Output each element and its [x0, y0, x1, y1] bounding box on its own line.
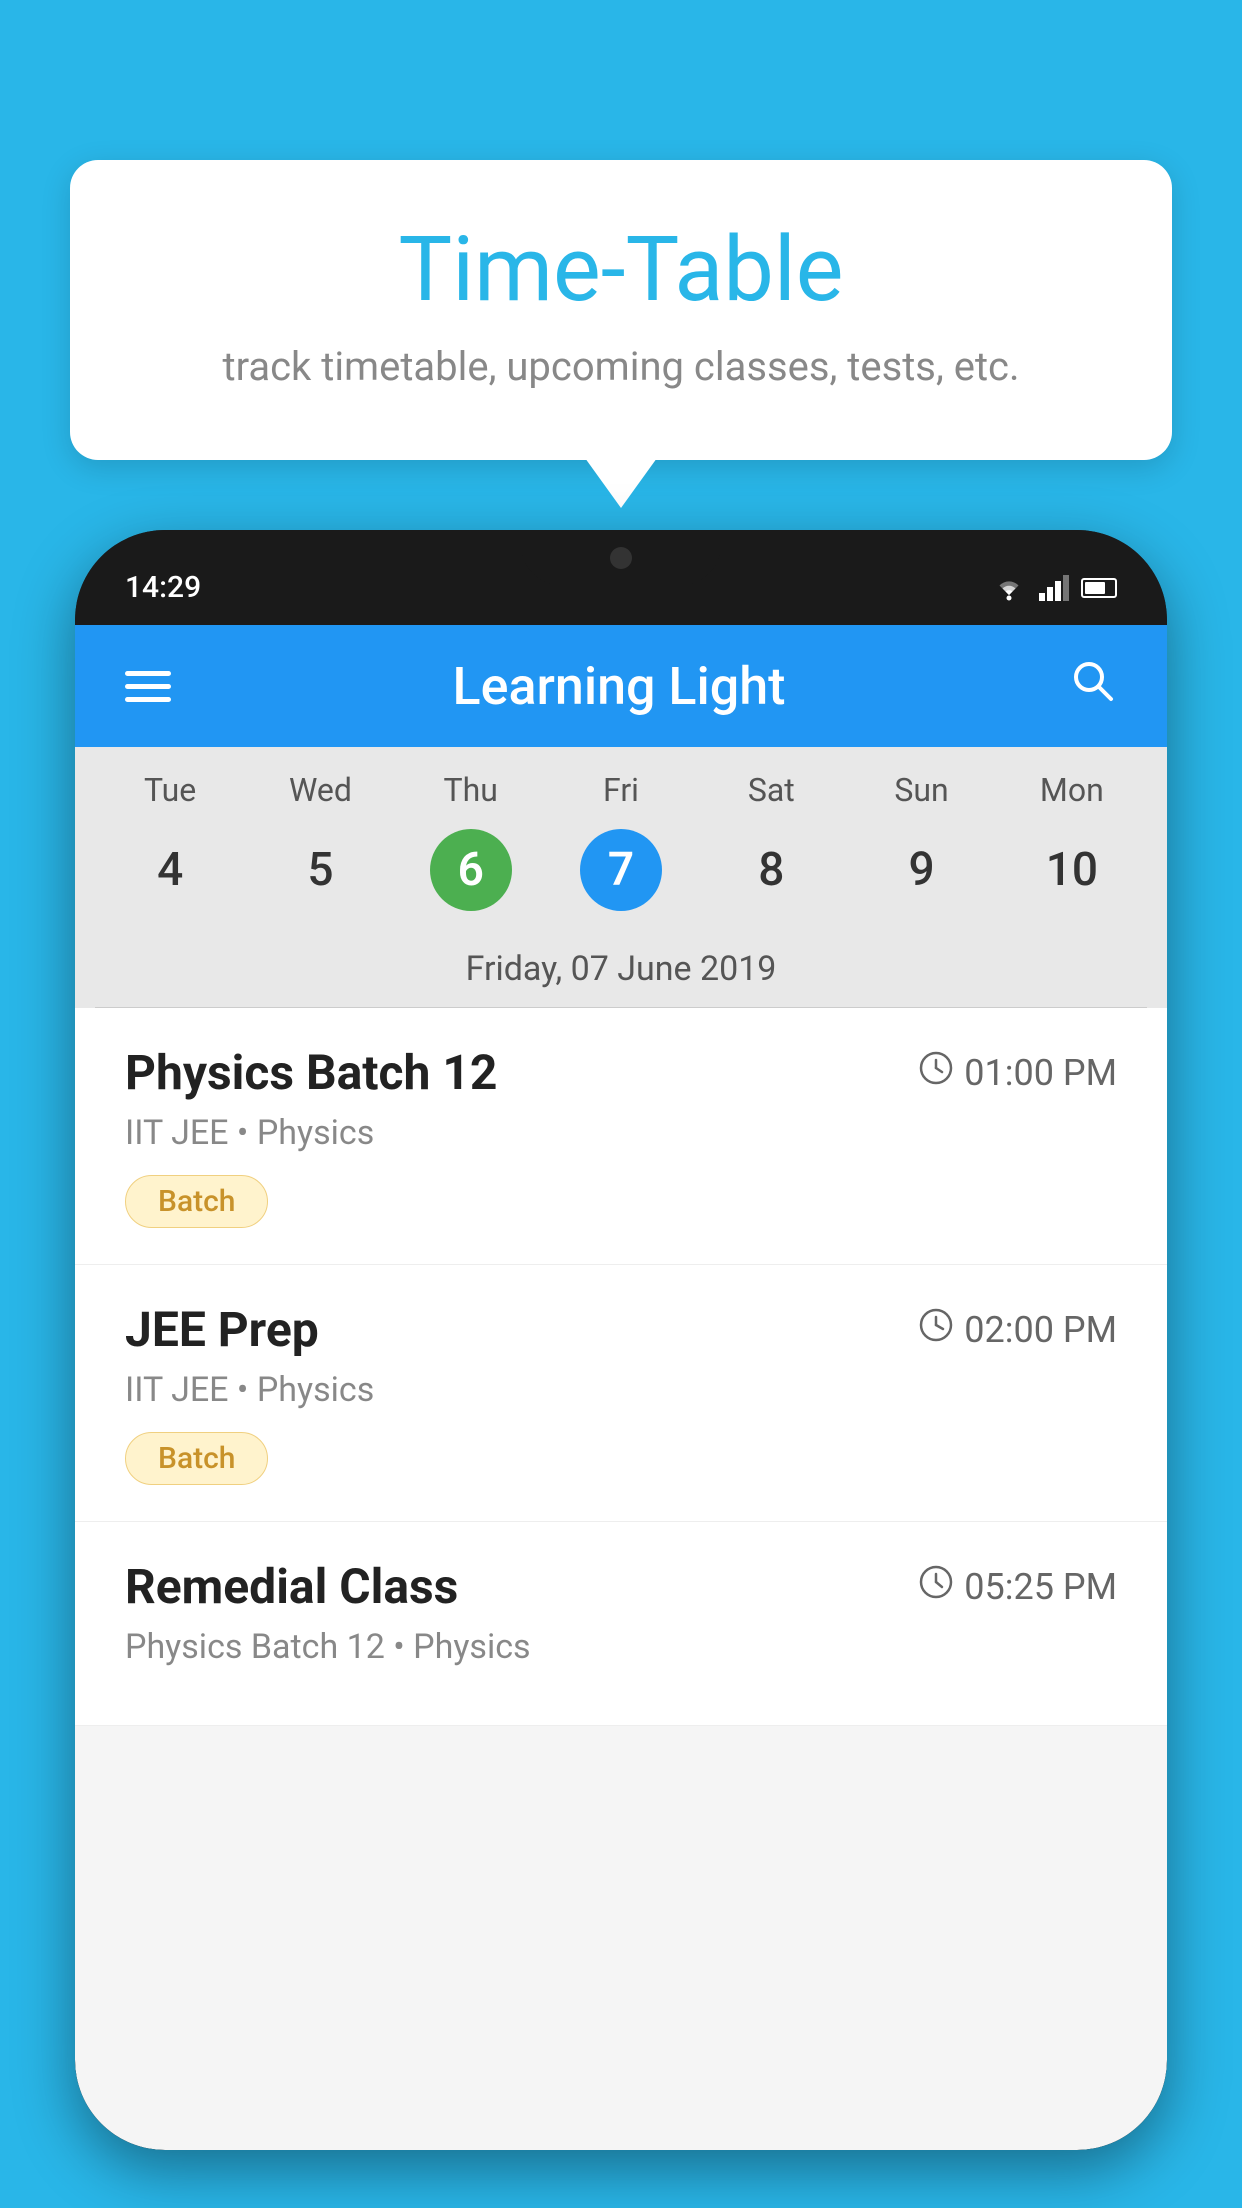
date-4[interactable]: 4	[95, 825, 245, 915]
schedule-item-2-title: JEE Prep	[125, 1301, 319, 1358]
weekday-tue: Tue	[95, 771, 245, 809]
clock-icon-1	[918, 1050, 954, 1095]
dates-row: 4 5 6 7 8 9 10	[95, 825, 1147, 935]
weekday-mon: Mon	[997, 771, 1147, 809]
selected-date-label: Friday, 07 June 2019	[95, 935, 1147, 1008]
battery-icon	[1081, 578, 1117, 598]
schedule-item-3-meta: Physics Batch 12 • Physics	[125, 1627, 1117, 1667]
weekday-thu: Thu	[396, 771, 546, 809]
schedule-item-1-badge: Batch	[125, 1175, 268, 1228]
schedule-list: Physics Batch 12 01:00 PM	[75, 1008, 1167, 1726]
camera-dot	[610, 547, 632, 569]
signal-icon	[1039, 575, 1069, 601]
status-icons	[991, 575, 1117, 601]
app-header: Learning Light	[75, 625, 1167, 747]
phone-wrapper: 14:29	[75, 530, 1167, 2208]
schedule-item-2-header: JEE Prep 02:00 PM	[125, 1301, 1117, 1358]
weekday-wed: Wed	[245, 771, 395, 809]
date-7[interactable]: 7	[546, 825, 696, 915]
schedule-item-3-title: Remedial Class	[125, 1558, 458, 1615]
calendar-header: Tue Wed Thu Fri Sat Sun Mon 4 5 6 7	[75, 747, 1167, 1008]
date-9[interactable]: 9	[846, 825, 996, 915]
notch	[521, 530, 721, 585]
weekday-sun: Sun	[846, 771, 996, 809]
date-selected-circle[interactable]: 7	[580, 829, 662, 911]
date-5[interactable]: 5	[245, 825, 395, 915]
schedule-item-1-header: Physics Batch 12 01:00 PM	[125, 1044, 1117, 1101]
status-bar: 14:29	[75, 530, 1167, 625]
phone-screen: Learning Light Tue Wed Thu Fri Sat Sun	[75, 625, 1167, 2150]
wifi-icon	[991, 575, 1027, 601]
schedule-item-3-time: 05:25 PM	[918, 1564, 1117, 1609]
date-6[interactable]: 6	[396, 825, 546, 915]
tooltip-subtitle: track timetable, upcoming classes, tests…	[150, 343, 1092, 390]
schedule-item-2-time: 02:00 PM	[918, 1307, 1117, 1352]
schedule-item-2[interactable]: JEE Prep 02:00 PM	[75, 1265, 1167, 1522]
date-today-circle[interactable]: 6	[430, 829, 512, 911]
schedule-item-3[interactable]: Remedial Class 05:25 PM	[75, 1522, 1167, 1726]
weekday-sat: Sat	[696, 771, 846, 809]
tooltip-card: Time-Table track timetable, upcoming cla…	[70, 160, 1172, 460]
hamburger-menu-button[interactable]	[125, 671, 171, 702]
schedule-item-1[interactable]: Physics Batch 12 01:00 PM	[75, 1008, 1167, 1265]
schedule-item-1-meta: IIT JEE • Physics	[125, 1113, 1117, 1153]
date-10[interactable]: 10	[997, 825, 1147, 915]
schedule-item-1-title: Physics Batch 12	[125, 1044, 497, 1101]
clock-icon-2	[918, 1307, 954, 1352]
schedule-item-1-time: 01:00 PM	[918, 1050, 1117, 1095]
date-8[interactable]: 8	[696, 825, 846, 915]
app-title: Learning Light	[453, 656, 786, 717]
schedule-item-2-meta: IIT JEE • Physics	[125, 1370, 1117, 1410]
schedule-item-2-badge: Batch	[125, 1432, 268, 1485]
clock-icon-3	[918, 1564, 954, 1609]
weekday-fri: Fri	[546, 771, 696, 809]
search-button[interactable]	[1067, 655, 1117, 717]
weekdays-row: Tue Wed Thu Fri Sat Sun Mon	[95, 771, 1147, 809]
phone-frame: 14:29	[75, 530, 1167, 2150]
tooltip-title: Time-Table	[150, 220, 1092, 319]
schedule-item-3-header: Remedial Class 05:25 PM	[125, 1558, 1117, 1615]
status-time: 14:29	[125, 570, 201, 605]
